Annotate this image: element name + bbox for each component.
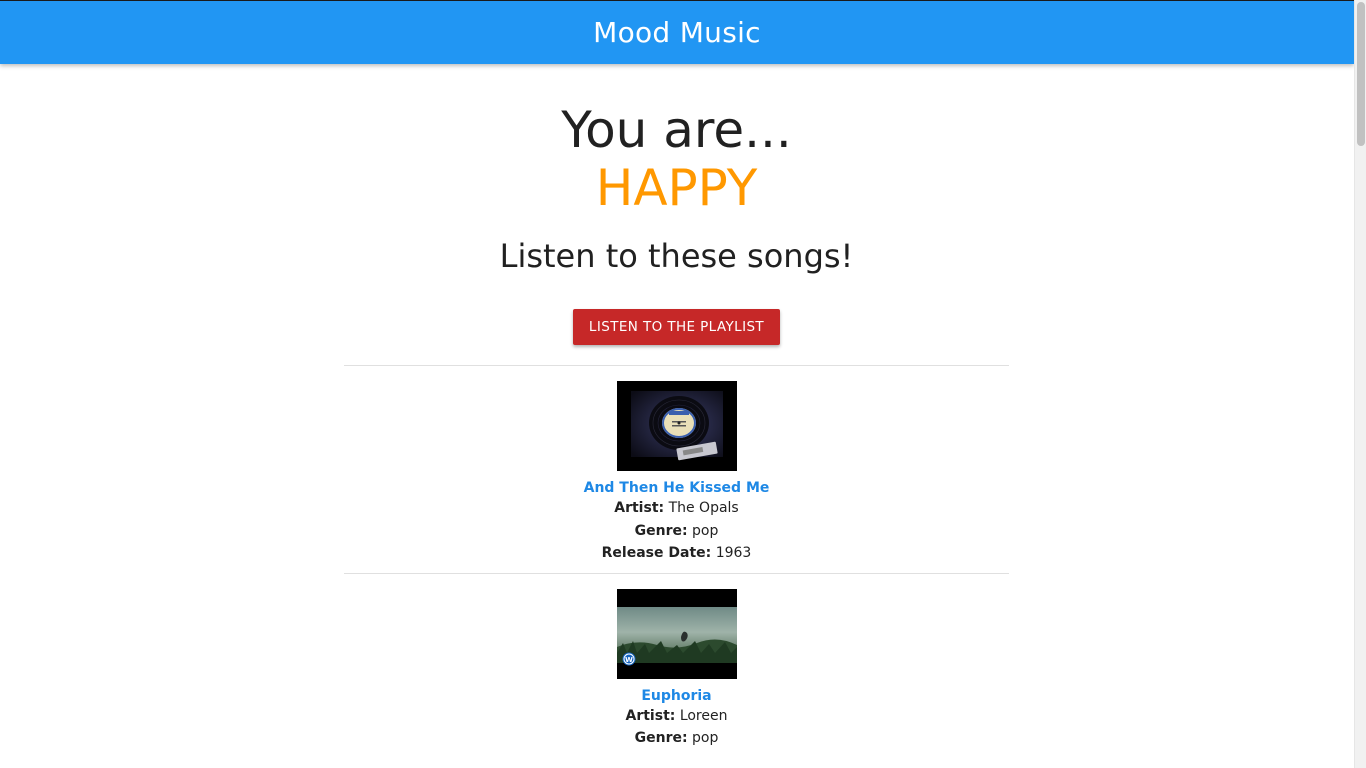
song-genre: Genre: pop (344, 520, 1009, 543)
song-item: W Euphoria Artist: Loreen Genre: pop (344, 572, 1009, 758)
main-content: You are... HAPPY Listen to these songs! … (344, 64, 1009, 758)
song-title-link[interactable]: Euphoria (344, 687, 1009, 705)
genre-label: Genre: (634, 522, 688, 539)
scrollbar-thumb[interactable] (1357, 2, 1365, 146)
genre-value: pop (692, 730, 719, 746)
music-video-thumbnail[interactable]: W (616, 588, 737, 679)
release-value: 1963 (715, 545, 752, 561)
result-lead: You are... (561, 101, 792, 159)
music-video-image: W (616, 588, 737, 679)
page: Mood Music You are... HAPPY Listen to th… (0, 0, 1354, 768)
mood-result: HAPPY (595, 159, 758, 217)
song-artist: Artist: The Opals (344, 497, 1009, 520)
artist-value: The Opals (668, 500, 739, 516)
page-scrollbar[interactable] (1354, 0, 1366, 768)
genre-label: Genre: (634, 730, 688, 746)
artist-value: Loreen (679, 707, 728, 724)
artist-label: Artist: (614, 500, 665, 516)
vinyl-record-image (616, 381, 737, 471)
brand-title[interactable]: Mood Music (593, 16, 761, 49)
song-title-link[interactable]: And Then He Kissed Me (344, 479, 1009, 497)
song-item: And Then He Kissed Me Artist: The Opals … (344, 365, 1009, 573)
app-bar: Mood Music (0, 0, 1354, 64)
song-artist: Artist: Loreen (344, 705, 1009, 728)
vinyl-record-thumbnail[interactable] (616, 381, 737, 471)
subtitle: Listen to these songs! (499, 237, 854, 275)
song-release-date: Release Date: 1963 (344, 542, 1009, 565)
genre-value: pop (692, 522, 719, 539)
release-label: Release Date: (601, 545, 712, 561)
listen-playlist-button[interactable]: LISTEN TO THE PLAYLIST (572, 309, 781, 345)
artist-label: Artist: (625, 707, 676, 724)
svg-text:W: W (625, 656, 633, 664)
song-genre: Genre: pop (344, 727, 1009, 750)
